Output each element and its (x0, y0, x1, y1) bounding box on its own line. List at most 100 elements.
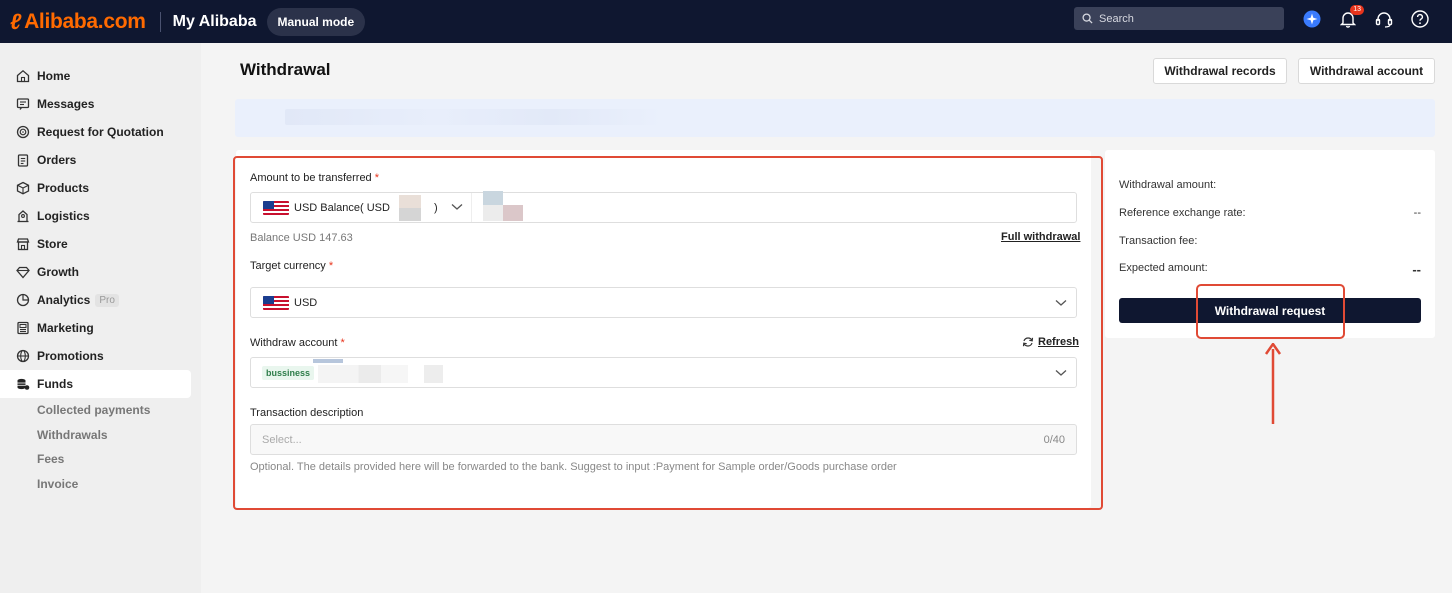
sidebar-item-label: Funds (37, 377, 73, 391)
annotation-arrow-icon (1264, 343, 1282, 424)
sidebar-item-analytics[interactable]: Analytics Pro (0, 286, 201, 314)
sidebar-item-growth[interactable]: Growth (0, 258, 201, 286)
redacted-account (424, 365, 443, 383)
summary-transaction-fee: Transaction fee: (1119, 235, 1421, 247)
balance-text: Balance USD 147.63 (250, 232, 353, 244)
page-title: Withdrawal (240, 60, 331, 79)
us-flag-icon (263, 200, 289, 215)
redacted-account (313, 359, 343, 363)
refresh-label: Refresh (1038, 336, 1079, 348)
sidebar-item-products[interactable]: Products (0, 174, 201, 202)
sidebar-item-label: Products (37, 181, 90, 195)
transaction-description-input[interactable]: Select... 0/40 (250, 424, 1077, 455)
top-navigation-bar: ℓ Alibaba.com My Alibaba Manual mode Sea… (0, 0, 1452, 43)
sidebar-subitem-withdrawals[interactable]: Withdrawals (0, 423, 201, 448)
summary-expected-amount: Expected amount: -- (1119, 262, 1421, 277)
sidebar-item-label: Home (37, 69, 71, 83)
required-asterisk: * (374, 172, 380, 184)
manual-mode-button[interactable]: Manual mode (266, 7, 366, 36)
clipboard-icon (17, 154, 29, 167)
coins-icon (17, 378, 30, 390)
sidebar-item-label: Request for Quotation (37, 125, 164, 139)
topbar-divider (159, 11, 161, 32)
sidebar-subitem-collected-payments[interactable]: Collected payments (0, 398, 201, 423)
source-balance-suffix: ) (433, 201, 438, 214)
sidebar-item-orders[interactable]: Orders (0, 146, 201, 174)
summary-exchange-rate: Reference exchange rate: -- (1119, 207, 1421, 219)
ai-assistant-icon[interactable] (1302, 9, 1322, 29)
sidebar-item-label: Growth (37, 265, 79, 279)
sidebar-item-label: Messages (37, 97, 95, 111)
box-icon (16, 181, 30, 195)
sidebar-item-store[interactable]: Store (0, 230, 201, 258)
target-currency-value: USD (294, 296, 318, 309)
alibaba-logo-mark-icon: ℓ (10, 8, 22, 34)
newspaper-icon (17, 321, 29, 335)
character-count: 0/40 (1043, 433, 1065, 446)
sidebar-item-label: Marketing (37, 321, 94, 335)
chevron-down-icon (1055, 370, 1067, 376)
sidebar-item-home[interactable]: Home (0, 62, 201, 90)
sidebar-item-messages[interactable]: Messages (0, 90, 201, 118)
required-asterisk: * (328, 260, 334, 272)
sidebar-item-label: Orders (37, 153, 77, 167)
pro-tag: Pro (95, 293, 119, 307)
truck-icon (17, 210, 29, 223)
us-flag-icon (263, 295, 289, 310)
summary-label: Expected amount: (1119, 262, 1208, 274)
search-input[interactable]: Search (1074, 7, 1284, 30)
home-icon (16, 69, 30, 83)
sidebar-item-funds[interactable]: Funds (0, 370, 191, 398)
account-type-tag: bussiness (262, 365, 315, 380)
chevron-down-icon (451, 204, 463, 210)
chevron-down-icon (1055, 300, 1067, 306)
sidebar-item-logistics[interactable]: Logistics (0, 202, 201, 230)
redacted-account (318, 365, 408, 383)
summary-value: -- (1413, 207, 1421, 219)
amount-input-row: USD Balance( USD ) (250, 192, 1077, 223)
sidebar-subitem-invoice[interactable]: Invoice (0, 472, 201, 497)
amount-input[interactable] (472, 193, 1076, 222)
alibaba-logo[interactable]: ℓ Alibaba.com (10, 9, 146, 35)
description-placeholder: Select... (262, 433, 302, 446)
source-currency-select[interactable]: USD Balance( USD ) (251, 193, 472, 222)
sidebar-item-promotions[interactable]: Promotions (0, 342, 201, 370)
description-helper-text: Optional. The details provided here will… (250, 461, 897, 473)
globe-icon (16, 349, 30, 363)
sidebar-item-label: Analytics (37, 293, 91, 307)
withdrawal-request-button[interactable]: Withdrawal request (1119, 298, 1421, 323)
source-currency-code: USD (294, 201, 318, 214)
withdraw-account-label-text: Withdraw account (250, 337, 338, 349)
bell-icon[interactable]: 13 (1338, 5, 1364, 29)
target-currency-label: Target currency * (250, 260, 333, 272)
my-alibaba-title[interactable]: My Alibaba (173, 13, 257, 31)
withdraw-account-label: Withdraw account * (250, 337, 345, 349)
target-icon (16, 125, 30, 139)
sidebar-item-marketing[interactable]: Marketing (0, 314, 201, 342)
refresh-link[interactable]: Refresh (1022, 336, 1079, 348)
logo-text: Alibaba.com (24, 9, 146, 33)
redacted-amount (503, 205, 523, 221)
headset-icon[interactable] (1374, 9, 1394, 29)
withdrawal-records-button[interactable]: Withdrawal records (1153, 58, 1287, 84)
help-icon[interactable] (1410, 9, 1430, 29)
notice-banner-redacted-text (285, 109, 665, 125)
redacted-amount (483, 205, 503, 221)
diamond-icon (16, 266, 30, 279)
refresh-icon (1022, 337, 1034, 347)
withdrawal-account-button[interactable]: Withdrawal account (1298, 58, 1435, 84)
sidebar-item-label: Logistics (37, 209, 90, 223)
summary-withdrawal-amount: Withdrawal amount: (1119, 179, 1421, 191)
target-currency-select[interactable]: USD (250, 287, 1077, 318)
source-balance-label: Balance( USD (320, 201, 390, 214)
summary-label: Withdrawal amount: (1119, 179, 1217, 191)
sidebar-item-label: Promotions (37, 349, 104, 363)
sidebar: Home Messages Request for Quotation Orde… (0, 43, 201, 593)
sidebar-subitem-fees[interactable]: Fees (0, 447, 201, 472)
sidebar-item-rfq[interactable]: Request for Quotation (0, 118, 201, 146)
full-withdrawal-link[interactable]: Full withdrawal (1001, 231, 1080, 243)
redacted-balance (399, 195, 421, 221)
redacted-amount (483, 191, 503, 205)
message-icon (16, 98, 30, 110)
amount-label-text: Amount to be transferred (250, 172, 372, 184)
